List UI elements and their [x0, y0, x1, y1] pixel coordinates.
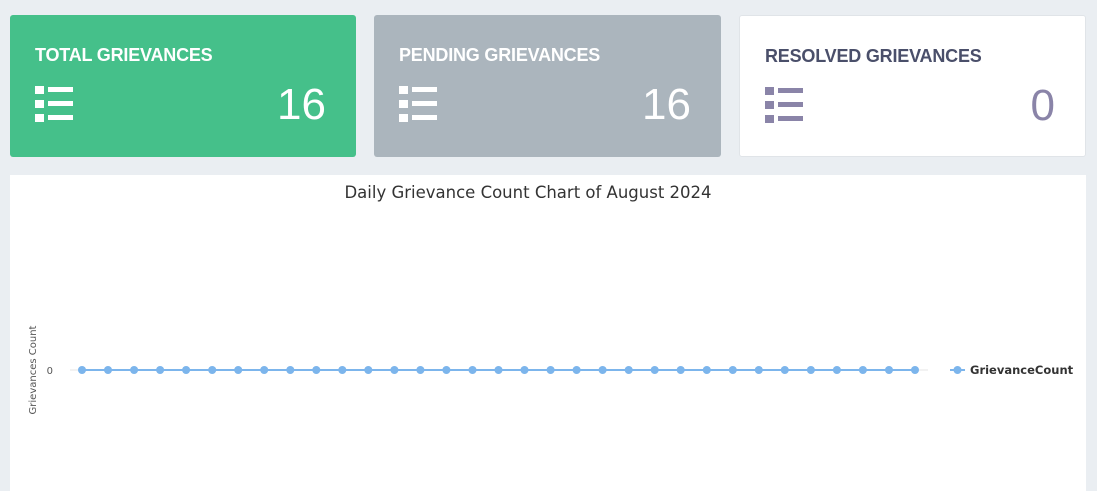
data-point[interactable] — [650, 366, 659, 374]
list-icon — [399, 86, 437, 122]
data-point[interactable] — [78, 366, 86, 374]
data-point[interactable] — [520, 366, 529, 374]
list-icon — [35, 86, 73, 122]
chart-canvas: Daily Grievance Count Chart of August 20… — [28, 183, 1074, 414]
data-point[interactable] — [104, 366, 112, 374]
data-point[interactable] — [676, 366, 685, 374]
data-point[interactable] — [416, 366, 425, 374]
data-point[interactable] — [182, 366, 191, 374]
data-point[interactable] — [911, 366, 919, 374]
y-axis-label: Grievances Count — [28, 325, 39, 414]
card-title: TOTAL GRIEVANCES — [35, 45, 213, 65]
data-point[interactable] — [780, 366, 789, 374]
data-point[interactable] — [728, 366, 737, 374]
data-point[interactable] — [260, 366, 269, 374]
chart-title: Daily Grievance Count Chart of August 20… — [344, 183, 711, 202]
data-point[interactable] — [546, 366, 555, 374]
data-point[interactable] — [286, 366, 295, 374]
card-title: RESOLVED GRIEVANCES — [765, 46, 982, 66]
data-point[interactable] — [312, 366, 321, 374]
total-grievances-card[interactable]: TOTAL GRIEVANCES 16 — [10, 15, 356, 157]
resolved-grievances-card[interactable]: RESOLVED GRIEVANCES 0 — [739, 15, 1086, 157]
card-count: 16 — [642, 80, 691, 129]
data-point[interactable] — [885, 366, 893, 374]
pending-grievances-card[interactable]: PENDING GRIEVANCES 16 — [374, 15, 721, 157]
summary-cards: TOTAL GRIEVANCES 16 PENDING GRIEVANCES 1… — [10, 15, 1086, 157]
data-point[interactable] — [702, 366, 711, 374]
legend-point-marker — [953, 366, 962, 374]
data-point[interactable] — [338, 366, 347, 374]
card-count: 16 — [277, 80, 326, 129]
data-point[interactable] — [624, 366, 633, 374]
data-point[interactable] — [754, 366, 763, 374]
data-point[interactable] — [806, 366, 815, 374]
data-point[interactable] — [234, 366, 243, 374]
data-point[interactable] — [208, 366, 217, 374]
data-point[interactable] — [494, 366, 503, 374]
data-point[interactable] — [390, 366, 399, 374]
data-point[interactable] — [468, 366, 477, 374]
plot-area — [70, 366, 928, 374]
y-tick-label: 0 — [47, 366, 53, 377]
data-point[interactable] — [858, 366, 867, 374]
list-icon — [765, 87, 803, 123]
daily-grievance-chart: Daily Grievance Count Chart of August 20… — [10, 175, 1086, 491]
legend[interactable]: GrievanceCount — [950, 363, 1074, 377]
data-point[interactable] — [598, 366, 607, 374]
data-point[interactable] — [364, 366, 373, 374]
legend-label: GrievanceCount — [970, 363, 1074, 377]
data-point[interactable] — [572, 366, 581, 374]
data-point[interactable] — [156, 366, 165, 374]
data-point[interactable] — [130, 366, 139, 374]
data-point[interactable] — [832, 366, 841, 374]
data-point[interactable] — [442, 366, 451, 374]
card-title: PENDING GRIEVANCES — [399, 45, 601, 65]
card-count: 0 — [1030, 81, 1055, 130]
